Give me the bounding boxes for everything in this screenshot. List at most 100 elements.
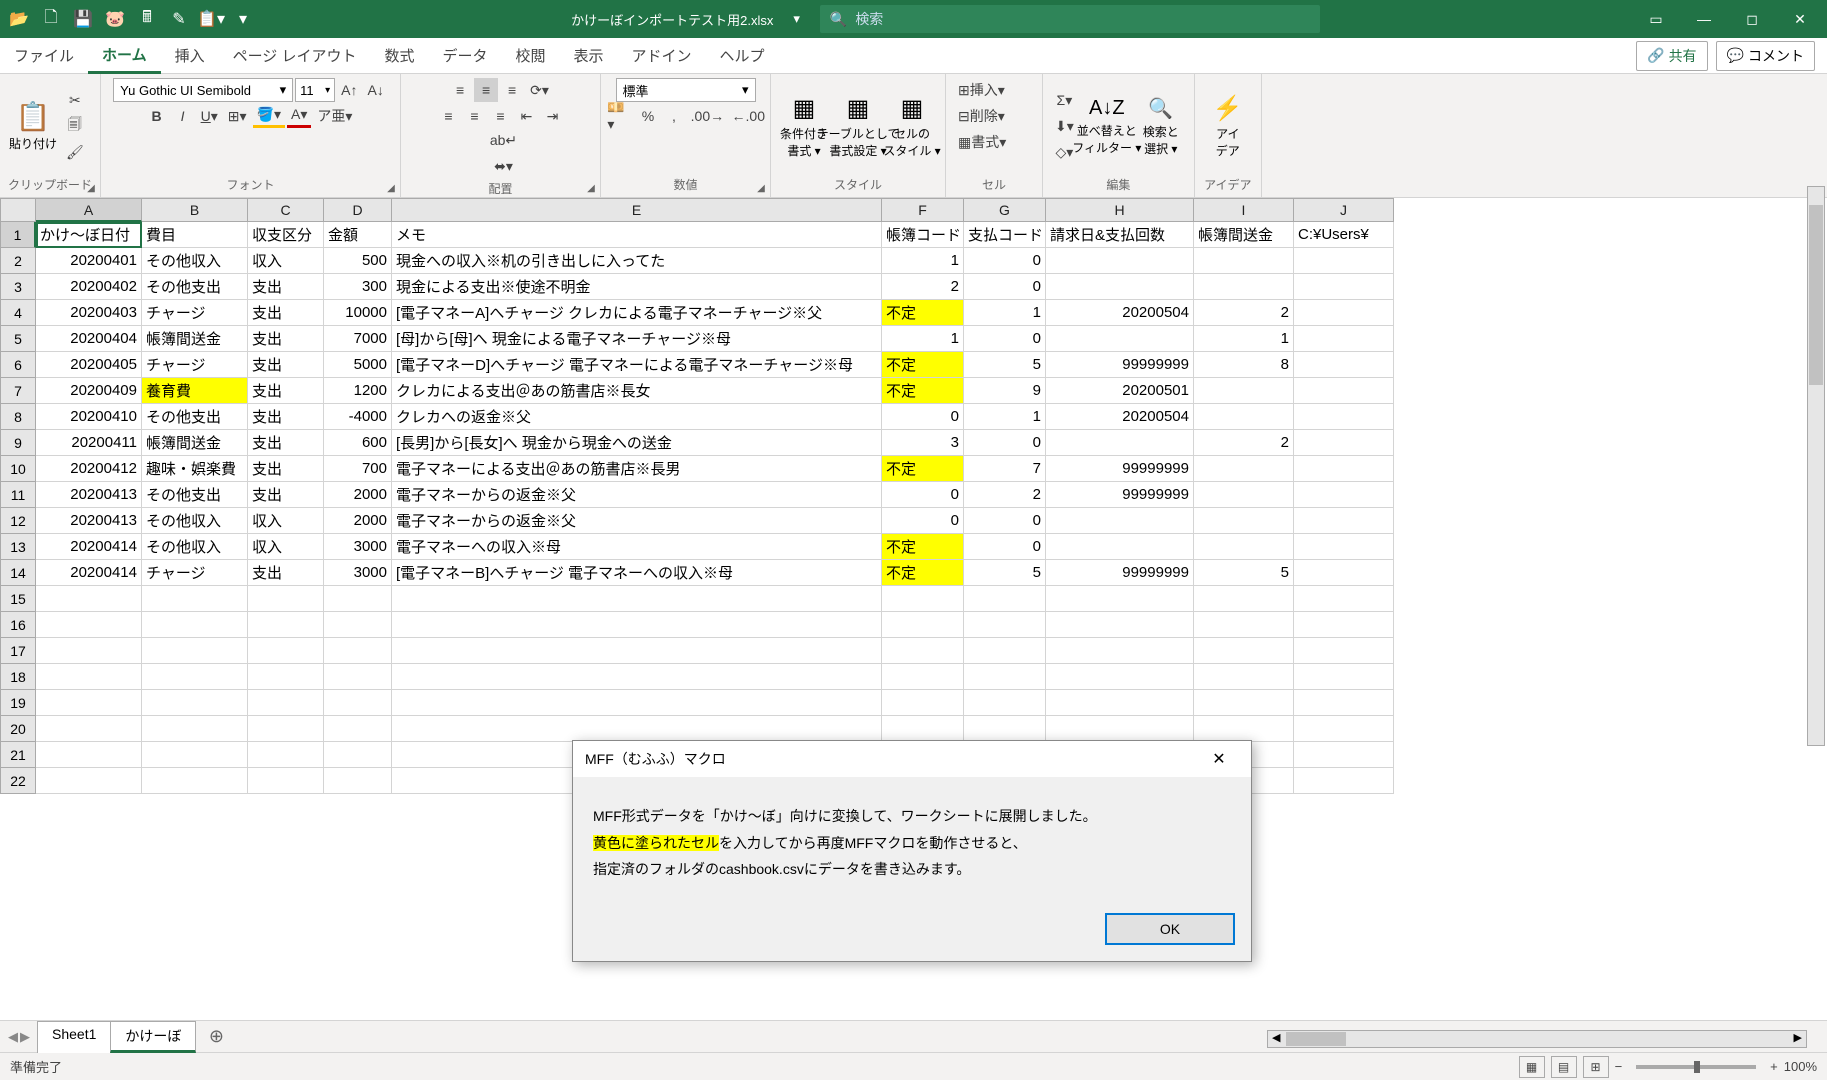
align-bottom-icon[interactable]: ≡ bbox=[500, 78, 524, 102]
row-header[interactable]: 2 bbox=[0, 248, 36, 274]
cell[interactable] bbox=[248, 716, 324, 742]
cell[interactable]: 1200 bbox=[324, 378, 392, 404]
cell[interactable]: 0 bbox=[882, 508, 964, 534]
cell[interactable] bbox=[1194, 534, 1294, 560]
cell[interactable]: 現金への収入※机の引き出しに入ってた bbox=[392, 248, 882, 274]
cell[interactable]: 7000 bbox=[324, 326, 392, 352]
cell[interactable] bbox=[392, 586, 882, 612]
cell[interactable] bbox=[324, 742, 392, 768]
align-right-icon[interactable]: ≡ bbox=[489, 104, 513, 128]
close-icon[interactable]: ✕ bbox=[1777, 3, 1823, 35]
cell[interactable]: チャージ bbox=[142, 352, 248, 378]
cell[interactable] bbox=[1194, 378, 1294, 404]
cell[interactable]: 600 bbox=[324, 430, 392, 456]
cell[interactable]: 20200410 bbox=[36, 404, 142, 430]
font-name-input[interactable]: Yu Gothic UI Semibold▾ bbox=[113, 78, 293, 102]
cell[interactable] bbox=[1294, 378, 1394, 404]
cell[interactable] bbox=[392, 690, 882, 716]
cell[interactable]: 5 bbox=[964, 352, 1046, 378]
cell[interactable]: その他収入 bbox=[142, 508, 248, 534]
cell[interactable] bbox=[324, 638, 392, 664]
cell[interactable] bbox=[142, 612, 248, 638]
cell[interactable]: 帳簿間送金 bbox=[1194, 222, 1294, 248]
insert-cells-button[interactable]: ⊞ 挿入 ▾ bbox=[954, 78, 1034, 102]
cell[interactable]: チャージ bbox=[142, 300, 248, 326]
column-header-A[interactable]: A bbox=[36, 198, 142, 222]
cell[interactable]: かけ～ぼ日付 bbox=[36, 222, 142, 248]
row-header[interactable]: 14 bbox=[0, 560, 36, 586]
cell[interactable]: 7 bbox=[964, 456, 1046, 482]
cell[interactable]: 支出 bbox=[248, 326, 324, 352]
cell[interactable]: C:¥Users¥ bbox=[1294, 222, 1394, 248]
save-icon[interactable]: 💾 bbox=[68, 5, 98, 33]
cell[interactable]: 2 bbox=[1194, 300, 1294, 326]
cell[interactable]: 5000 bbox=[324, 352, 392, 378]
row-header[interactable]: 12 bbox=[0, 508, 36, 534]
format-as-table-button[interactable]: ▦テーブルとして 書式設定 ▾ bbox=[833, 91, 883, 161]
cell[interactable]: その他収入 bbox=[142, 534, 248, 560]
cell[interactable] bbox=[1294, 300, 1394, 326]
cell[interactable]: [長男]から[長女]へ 現金から現金への送金 bbox=[392, 430, 882, 456]
piggy-icon[interactable]: 🐷 bbox=[100, 5, 130, 33]
align-launcher-icon[interactable]: ◢ bbox=[584, 181, 598, 195]
cell[interactable]: 不定 bbox=[882, 560, 964, 586]
select-all-corner[interactable] bbox=[0, 198, 36, 222]
cell[interactable]: 収入 bbox=[248, 248, 324, 274]
cell[interactable]: 収入 bbox=[248, 534, 324, 560]
cell[interactable]: 1 bbox=[964, 404, 1046, 430]
cell[interactable] bbox=[1294, 664, 1394, 690]
row-header[interactable]: 5 bbox=[0, 326, 36, 352]
font-size-input[interactable]: 11▾ bbox=[295, 78, 335, 102]
cell[interactable]: 費目 bbox=[142, 222, 248, 248]
bold-button[interactable]: B bbox=[145, 104, 169, 128]
tab-表示[interactable]: 表示 bbox=[560, 38, 618, 74]
column-header-G[interactable]: G bbox=[964, 198, 1046, 222]
cell[interactable] bbox=[1294, 690, 1394, 716]
row-header[interactable]: 4 bbox=[0, 300, 36, 326]
format-cells-button[interactable]: ▦ 書式 ▾ bbox=[954, 130, 1034, 154]
cell[interactable]: 20200402 bbox=[36, 274, 142, 300]
sheet-nav-next-icon[interactable]: ▶ bbox=[20, 1029, 30, 1045]
cell[interactable] bbox=[1194, 404, 1294, 430]
sort-filter-button[interactable]: A↓Z並べ替えと フィルター ▾ bbox=[1082, 91, 1132, 161]
cell[interactable] bbox=[392, 612, 882, 638]
cell[interactable] bbox=[36, 716, 142, 742]
cell[interactable]: 支出 bbox=[248, 430, 324, 456]
cell-styles-button[interactable]: ▦セルの スタイル ▾ bbox=[887, 91, 937, 161]
cell[interactable] bbox=[964, 716, 1046, 742]
cell[interactable]: 帳簿間送金 bbox=[142, 430, 248, 456]
dialog-ok-button[interactable]: OK bbox=[1105, 913, 1235, 945]
phonetic-icon[interactable]: ア亜▾ bbox=[313, 104, 356, 128]
cell[interactable] bbox=[1294, 404, 1394, 430]
add-sheet-button[interactable]: ⊕ bbox=[202, 1025, 230, 1049]
qat-customize-icon[interactable]: ▾ bbox=[228, 5, 258, 33]
cell[interactable] bbox=[248, 768, 324, 794]
cell[interactable]: 3 bbox=[882, 430, 964, 456]
number-launcher-icon[interactable]: ◢ bbox=[754, 181, 768, 195]
cell[interactable]: 不定 bbox=[882, 352, 964, 378]
underline-button[interactable]: U▾ bbox=[197, 104, 222, 128]
cell[interactable]: 20200411 bbox=[36, 430, 142, 456]
cell[interactable]: 99999999 bbox=[1046, 482, 1194, 508]
cell[interactable] bbox=[142, 768, 248, 794]
wrap-text-icon[interactable]: ab↵ bbox=[415, 128, 592, 152]
vertical-scrollbar[interactable] bbox=[1807, 186, 1825, 746]
cell[interactable] bbox=[1294, 482, 1394, 508]
cell[interactable] bbox=[248, 586, 324, 612]
cell[interactable]: 1 bbox=[1194, 326, 1294, 352]
edit-icon[interactable]: ✎ bbox=[164, 5, 194, 33]
cell[interactable] bbox=[1294, 326, 1394, 352]
cell[interactable] bbox=[1294, 352, 1394, 378]
row-header[interactable]: 17 bbox=[0, 638, 36, 664]
cell[interactable]: 2000 bbox=[324, 508, 392, 534]
ribbon-display-icon[interactable]: ▭ bbox=[1633, 3, 1679, 35]
cell[interactable]: 10000 bbox=[324, 300, 392, 326]
calc-icon[interactable]: 🖩 bbox=[132, 5, 162, 33]
cell[interactable]: 支出 bbox=[248, 274, 324, 300]
cell[interactable]: [電子マネーA]へチャージ クレカによる電子マネーチャージ※父 bbox=[392, 300, 882, 326]
clipboard-launcher-icon[interactable]: ◢ bbox=[84, 181, 98, 195]
paste-button[interactable]: 📋貼り付け bbox=[8, 91, 58, 161]
cell[interactable] bbox=[964, 664, 1046, 690]
minimize-icon[interactable]: — bbox=[1681, 3, 1727, 35]
row-header[interactable]: 3 bbox=[0, 274, 36, 300]
